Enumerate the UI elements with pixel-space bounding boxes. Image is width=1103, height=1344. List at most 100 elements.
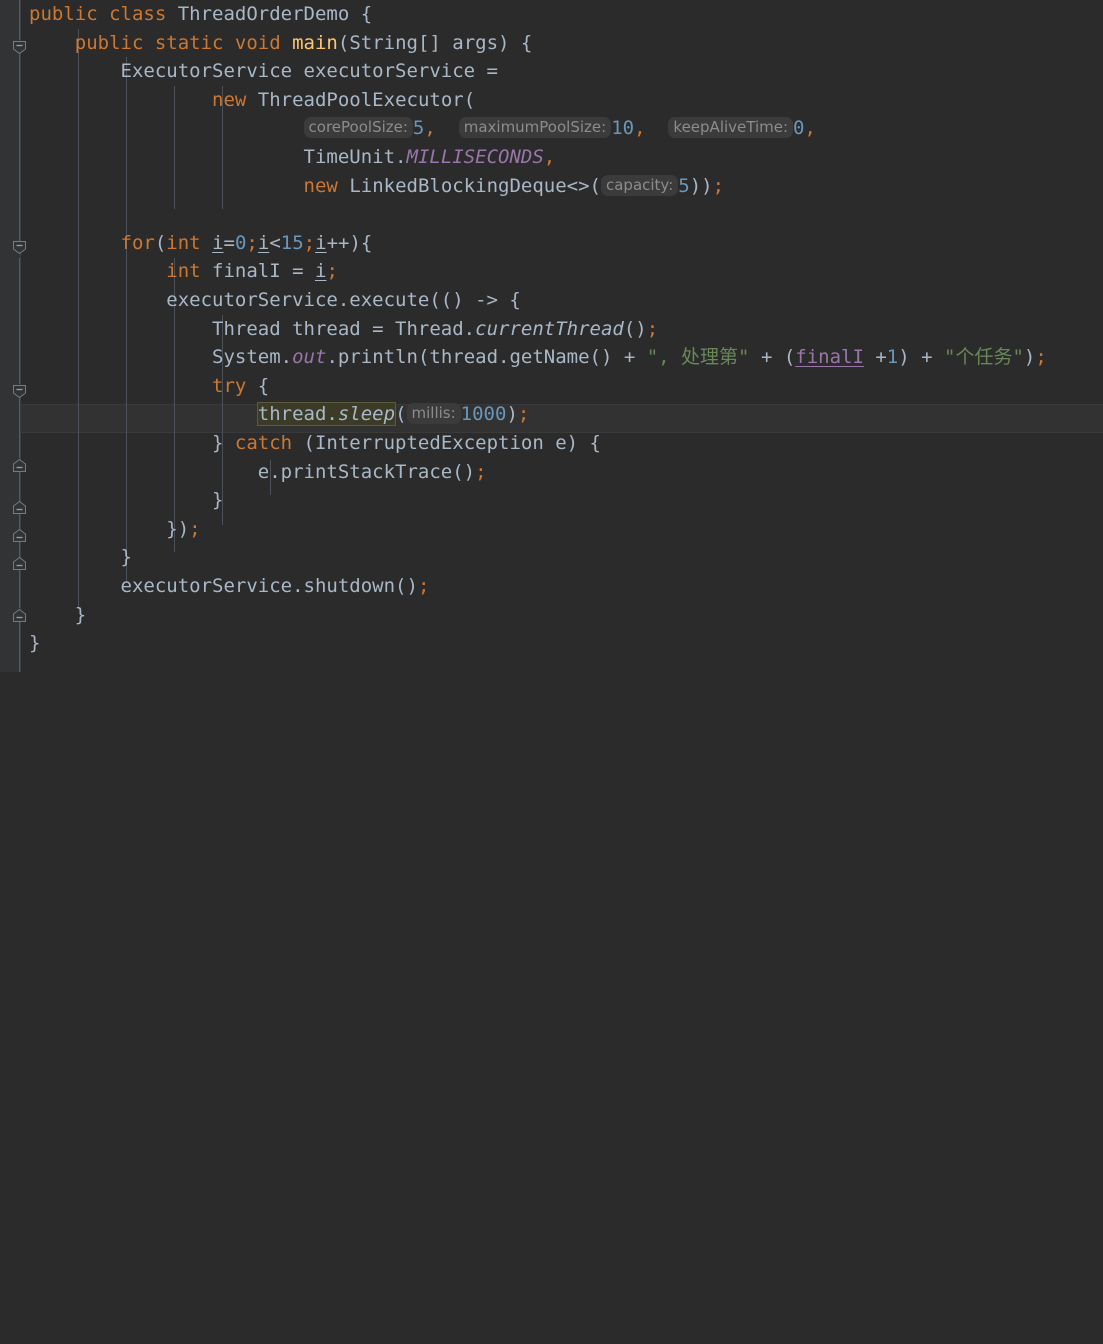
token-punct: } [29, 546, 132, 569]
token-punct: }) [29, 517, 190, 540]
token-text: executorService.shutdown() [29, 575, 418, 597]
code-line-7[interactable]: new LinkedBlockingDeque<>(capacity: 5)); [29, 172, 724, 201]
token-variable-i: i [315, 260, 327, 283]
token-punct: } [29, 432, 235, 454]
token-text: + ( [749, 346, 796, 369]
code-line-15[interactable]: thread.sleep(millis: 1000); [29, 400, 529, 429]
token-punct: ++){ [326, 231, 373, 254]
code-line-20[interactable]: } [29, 543, 132, 572]
inlay-hint-capacity[interactable]: capacity: [600, 174, 679, 196]
token-semicolon: ; [326, 260, 338, 283]
code-line-23[interactable]: } [29, 629, 40, 658]
token-text: Thread thread = Thread. [29, 317, 476, 340]
code-line-16[interactable]: } catch (InterruptedException e) { [29, 429, 601, 458]
token-text: + [863, 346, 887, 369]
token-text: (InterruptedException e) { [303, 432, 601, 454]
token-number: 0 [793, 117, 805, 140]
token-semicolon: ; [303, 231, 316, 254]
code-line-18[interactable]: } [29, 486, 223, 515]
token-static-method: currentThread [475, 317, 624, 340]
token-punct: ) [1023, 346, 1036, 369]
token-punct: } [29, 603, 87, 626]
token-variable-finali: finalI = [212, 260, 315, 283]
token-semicolon: ; [646, 317, 659, 340]
token-static-field: MILLISECONDS [406, 146, 544, 168]
token-keyword: new [212, 88, 258, 111]
token-semicolon: ; [417, 575, 430, 597]
code-line-3[interactable]: ExecutorService executorService = [29, 57, 499, 86]
inlay-hint-corepoolsize[interactable]: corePoolSize: [303, 117, 413, 139]
token-variable-thread: thread. [257, 403, 338, 426]
code-line-12[interactable]: Thread thread = Thread.currentThread(); [29, 315, 658, 344]
token-string: "个任务" [944, 346, 1024, 369]
token-number: 15 [280, 231, 304, 254]
token-keyword: catch [234, 432, 304, 454]
code-line-9[interactable]: for(int i=0;i<15;i++){ [29, 229, 373, 258]
inlay-hint-millis[interactable]: millis: [406, 403, 461, 425]
token-variable-i: i [212, 231, 224, 254]
token-comma: , [804, 117, 816, 140]
token-punct: ( [154, 231, 167, 254]
token-number: 10 [611, 117, 635, 140]
token-punct: } [29, 489, 224, 512]
token-variable-finali: finalI [795, 346, 864, 369]
code-line-21[interactable]: executorService.shutdown(); [29, 572, 430, 601]
token-number: 1000 [460, 403, 507, 426]
token-punct: ( [395, 403, 407, 426]
code-line-6[interactable]: TimeUnit.MILLISECONDS, [29, 143, 556, 172]
token-string: ", 处理第" [646, 346, 750, 369]
token-semicolon: ; [517, 403, 530, 426]
token-semicolon: ; [246, 231, 258, 254]
inlay-hint-maximumpoolsize[interactable]: maximumPoolSize: [458, 117, 612, 139]
code-line-11[interactable]: executorService.execute(() -> { [29, 286, 521, 315]
token-class-name: ThreadOrderDemo { [177, 3, 373, 25]
token-type: ThreadPoolExecutor( [257, 88, 476, 111]
token-punct: ) [506, 403, 518, 426]
code-line-10[interactable]: int finalI = i; [29, 257, 338, 286]
token-type: LinkedBlockingDeque<>( [349, 174, 601, 197]
token-keyword: public static void [74, 31, 293, 54]
token-variable-i: i [257, 231, 270, 254]
token-text: e.printStackTrace() [29, 460, 476, 483]
code-line-13[interactable]: System.out.println(thread.getName() + ",… [29, 343, 1047, 372]
token-punct: < [269, 231, 281, 254]
token-punct: { [257, 374, 270, 397]
code-content[interactable]: public class ThreadOrderDemo { public st… [0, 0, 1103, 672]
token-params: (String[] args) { [337, 31, 533, 54]
code-line-5[interactable]: corePoolSize: 5, maximumPoolSize: 10, keep… [29, 114, 816, 143]
token-number: 5 [678, 174, 690, 197]
token-blank [29, 203, 40, 225]
highlighted-identifier-thread-sleep[interactable]: thread.sleep [256, 402, 397, 427]
token-number: 5 [412, 117, 425, 140]
code-line-17[interactable]: e.printStackTrace(); [29, 458, 487, 487]
token-punct: )) [689, 174, 713, 197]
code-line-19[interactable]: }); [29, 515, 200, 544]
code-line-1[interactable]: public class ThreadOrderDemo { [29, 0, 372, 29]
inlay-hint-keepalivetime[interactable]: keepAliveTime: [668, 117, 794, 139]
token-semicolon: ; [712, 174, 725, 197]
token-keyword: int [166, 231, 213, 254]
token-type: TimeUnit. [29, 146, 407, 168]
code-line-22[interactable]: } [29, 601, 86, 630]
token-keyword: for [120, 231, 155, 254]
code-line-2[interactable]: public static void main(String[] args) { [29, 29, 533, 58]
code-line-4[interactable]: new ThreadPoolExecutor( [29, 86, 475, 115]
token-comma: , [543, 146, 556, 168]
token-punct: } [29, 632, 41, 655]
code-editor[interactable]: public class ThreadOrderDemo { public st… [0, 0, 1103, 672]
token-punct: () [623, 317, 647, 340]
token-keyword: int [166, 260, 213, 283]
token-keyword: new [303, 174, 350, 197]
code-line-14[interactable]: try { [29, 372, 269, 401]
code-line-8[interactable] [29, 200, 40, 229]
